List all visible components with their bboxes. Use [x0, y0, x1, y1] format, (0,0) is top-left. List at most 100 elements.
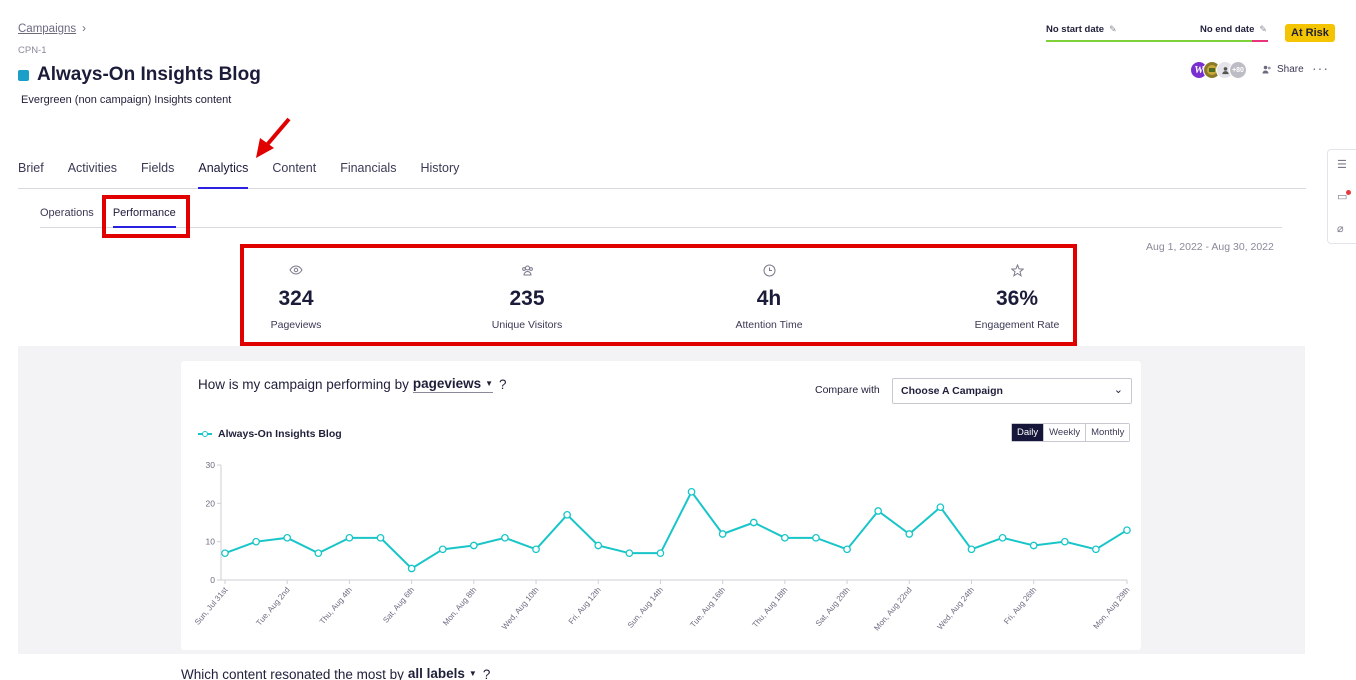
data-point [376, 533, 385, 542]
campaign-description: Evergreen (non campaign) Insights conten… [21, 94, 232, 106]
data-point [501, 533, 509, 542]
date-overdue-line [1252, 40, 1268, 42]
metric-value: pageviews [412, 376, 482, 391]
chart-legend[interactable]: Always-On Insights Blog [198, 428, 342, 440]
performance-question: How is my campaign performing by pagevie… [198, 376, 507, 393]
chevron-right-icon: › [82, 23, 87, 35]
stat-attention-time: 4h Attention Time [669, 248, 869, 331]
campaign-color-swatch [18, 69, 29, 81]
metric-dropdown[interactable]: pageviews ▼ [412, 376, 494, 393]
page-title: Always-On Insights Blog [37, 64, 261, 85]
legend-line-marker-icon [198, 430, 212, 438]
campaign-code: CPN-1 [18, 45, 47, 56]
question-suffix: ? [499, 377, 507, 392]
x-tick-label: Wed, Aug 24th [935, 586, 976, 632]
caret-down-icon: ▼ [485, 379, 494, 388]
users-icon [1262, 65, 1271, 74]
tab-fields[interactable]: Fields [141, 161, 174, 189]
tab-analytics[interactable]: Analytics [198, 161, 249, 189]
labels-value: all labels [407, 666, 465, 680]
stat-value: 4h [756, 287, 782, 310]
y-tick-label: 0 [210, 575, 215, 585]
more-options-icon[interactable]: ··· [1312, 60, 1329, 76]
extra-collaborators-count: +80 [1229, 61, 1247, 79]
x-tick-label: Mon, Aug 22nd [872, 586, 913, 633]
data-point [687, 487, 696, 496]
data-point [1092, 545, 1100, 554]
content-question-suffix: ? [482, 667, 491, 680]
tab-content[interactable]: Content [272, 161, 316, 189]
collaborator-avatars[interactable]: W +80 [1190, 61, 1247, 79]
data-point [314, 549, 323, 558]
tab-financials[interactable]: Financials [340, 161, 396, 189]
attachment-icon[interactable]: ⌀ [1337, 222, 1344, 235]
data-point [407, 564, 416, 573]
highlight-box-performance [102, 195, 190, 238]
breadcrumb: Campaigns › [18, 23, 86, 35]
notification-dot [1346, 190, 1351, 195]
caret-down-icon: ▼ [468, 669, 477, 678]
legend-label: Always-On Insights Blog [218, 428, 342, 440]
data-point [438, 545, 447, 554]
tab-brief[interactable]: Brief [18, 161, 44, 189]
question-prefix: How is my campaign performing by [198, 377, 409, 392]
star-icon [917, 263, 1117, 280]
compare-campaign-select[interactable]: Choose A Campaign ⌄ [892, 378, 1132, 404]
date-progress-line [1046, 40, 1252, 42]
labels-dropdown[interactable]: all labels ▼ [408, 666, 477, 680]
x-tick-label: Wed, Aug 10th [500, 586, 541, 632]
visitors-icon [427, 264, 627, 280]
data-point [749, 518, 758, 527]
end-date-field[interactable]: No end date ✎ [1200, 24, 1267, 35]
content-question: Which content resonated the most by all … [181, 666, 490, 680]
data-point [656, 549, 665, 558]
share-button[interactable]: Share [1262, 64, 1304, 75]
subtab-operations[interactable]: Operations [40, 207, 94, 228]
compare-label: Compare with [815, 384, 880, 396]
y-tick-label: 20 [206, 498, 216, 508]
stat-unique-visitors: 235 Unique Visitors [427, 248, 627, 331]
data-point [252, 537, 260, 546]
pageviews-line-chart: 0 10 20 30 Sun, Jul 31st Tue, Aug 2nd Thu, Aug… [193, 460, 1132, 633]
tab-history[interactable]: History [420, 161, 459, 189]
content-question-prefix: Which content resonated the most by [181, 667, 404, 680]
data-point [1029, 541, 1038, 550]
status-badge[interactable]: At Risk [1285, 24, 1335, 42]
data-point [1060, 537, 1069, 546]
data-point [718, 530, 727, 538]
stat-value: 324 [278, 287, 314, 310]
tab-activities[interactable]: Activities [68, 161, 117, 189]
data-point [967, 545, 976, 554]
data-point [594, 541, 603, 550]
x-tick-label: Sat, Aug 6th [381, 586, 416, 625]
period-daily-button[interactable]: Daily [1012, 424, 1045, 441]
y-tick-label: 30 [206, 460, 216, 470]
list-icon[interactable]: ☰ [1337, 158, 1347, 171]
data-point [1123, 526, 1131, 535]
x-tick-label: Sat, Aug 20th [814, 586, 852, 629]
period-weekly-button[interactable]: Weekly [1044, 424, 1087, 441]
stat-label: Attention Time [735, 319, 803, 331]
performance-card: How is my campaign performing by pagevie… [181, 361, 1141, 650]
red-arrow-annotation [256, 117, 291, 158]
data-point [905, 530, 914, 538]
breadcrumb-campaigns-link[interactable]: Campaigns [18, 23, 76, 35]
stat-pageviews: 324 Pageviews [196, 248, 396, 331]
stat-engagement-rate: 36% Engagement Rate [917, 248, 1117, 331]
period-toggle: Daily Weekly Monthly [1011, 423, 1131, 442]
stats-summary: 324 Pageviews 235 Unique Visitors 4h Att… [240, 244, 1077, 346]
x-tick-label: Sun, Jul 31st [193, 585, 230, 627]
clock-icon [669, 264, 869, 280]
period-monthly-button[interactable]: Monthly [1086, 424, 1130, 441]
data-point [221, 549, 229, 558]
data-point [874, 507, 883, 515]
data-point [563, 510, 571, 519]
start-date-field[interactable]: No start date ✎ [1046, 24, 1117, 35]
main-tabs: Brief Activities Fields Analytics Conten… [18, 161, 1306, 189]
x-tick-label: Fri, Aug 26th [1002, 586, 1038, 627]
pencil-icon: ✎ [1259, 24, 1267, 34]
stat-label: Engagement Rate [974, 319, 1060, 331]
eye-icon [196, 264, 396, 280]
data-point [625, 549, 634, 558]
date-range-label: Aug 1, 2022 - Aug 30, 2022 [1146, 241, 1274, 253]
